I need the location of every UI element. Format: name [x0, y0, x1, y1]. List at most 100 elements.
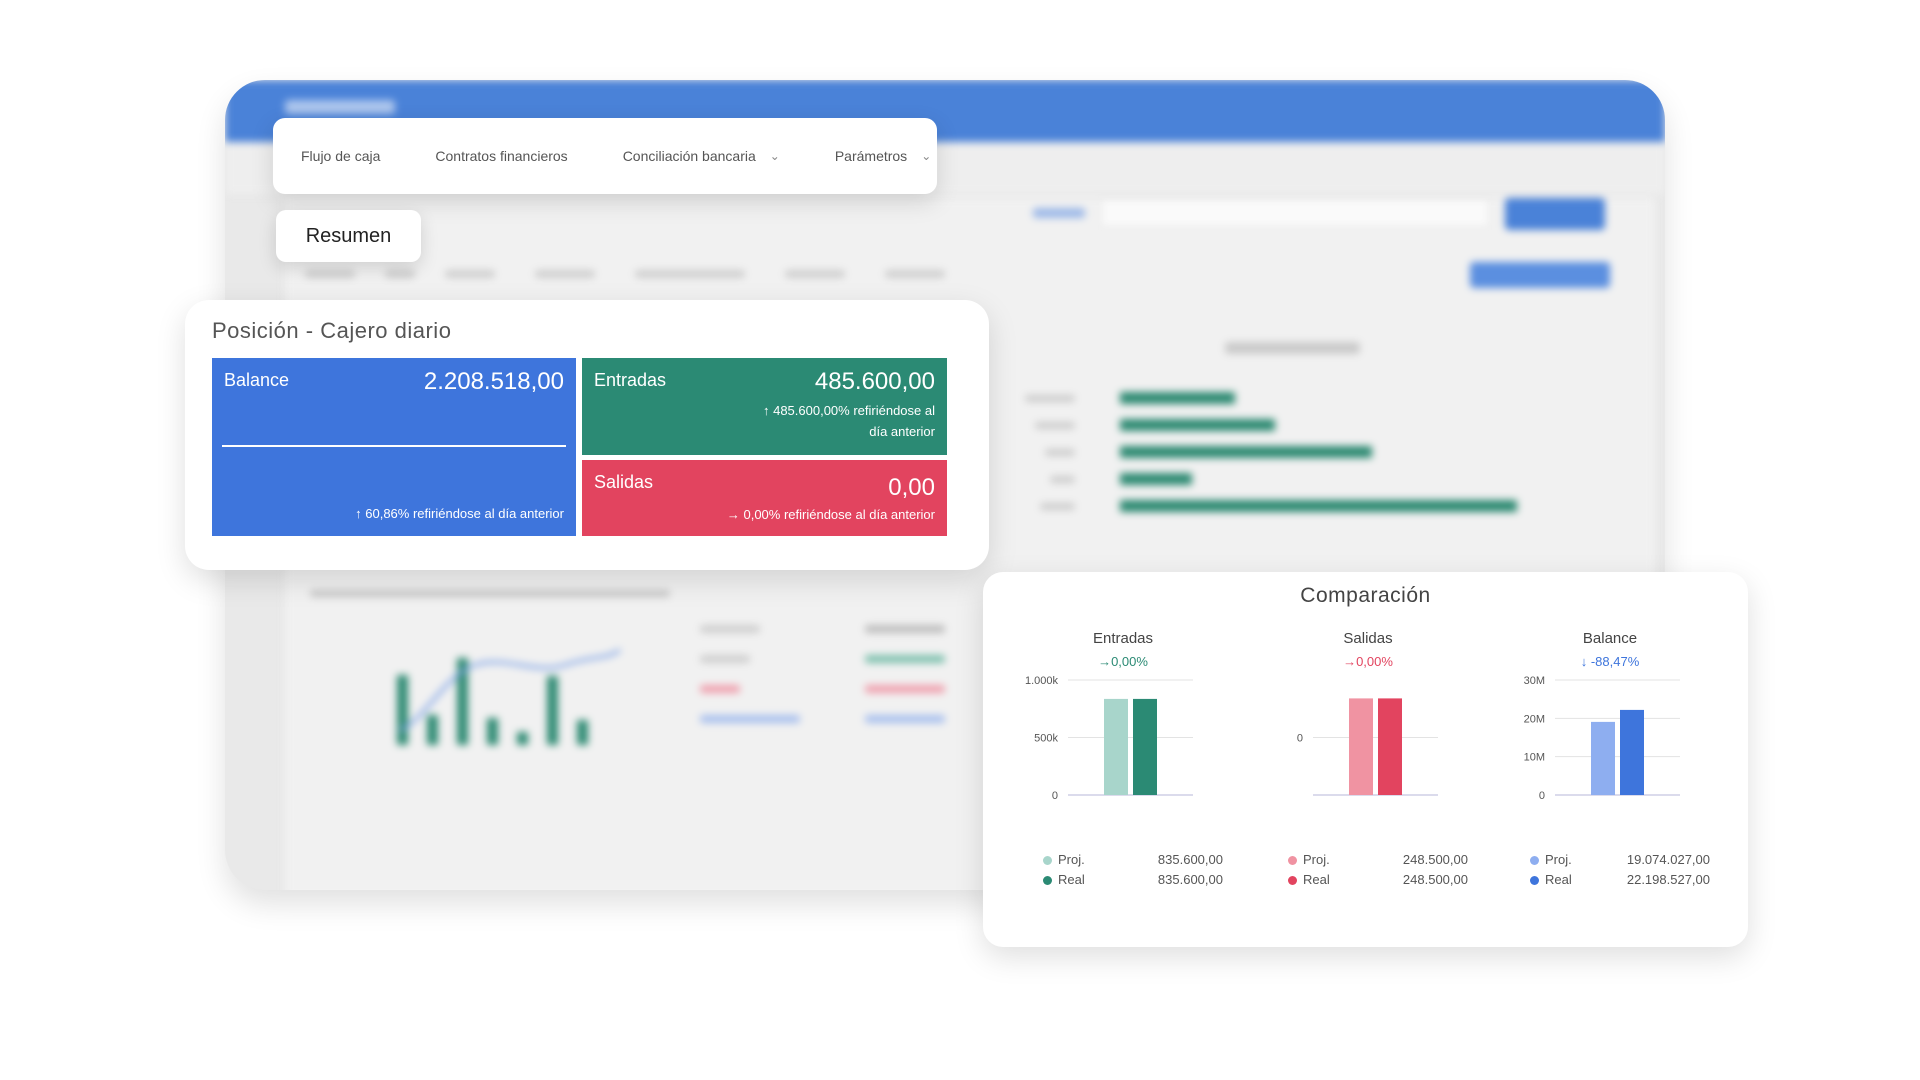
- background-chart-title: [310, 590, 670, 597]
- legend-value: 248.500,00: [1402, 852, 1468, 867]
- nav-item-label: Parámetros: [834, 148, 908, 164]
- nav-item-parametros[interactable]: Parámetros ⌄: [835, 148, 931, 164]
- background-legend: [700, 625, 760, 633]
- bar-real: [1133, 698, 1157, 795]
- legend-label: Real: [1058, 872, 1085, 887]
- panel-delta: ↓ -88,47%: [1580, 654, 1640, 669]
- legend-row-proj: Proj. 835.600,00: [1043, 852, 1223, 870]
- y-tick-label: 0: [1539, 790, 1545, 802]
- background-tab: [305, 270, 355, 278]
- panel-title: Salidas: [1343, 630, 1393, 647]
- legend-row-real: Real 835.600,00: [1043, 872, 1223, 890]
- nav-item-label: Flujo de caja: [301, 148, 381, 164]
- comparison-title: Comparación: [1300, 584, 1431, 607]
- background-tab: [535, 270, 595, 278]
- y-tick-label: 500k: [1034, 733, 1058, 745]
- stage: Flujo de caja Contratos financieros Conc…: [0, 0, 1920, 1080]
- main-nav-menu: Flujo de caja Contratos financieros Conc…: [273, 118, 937, 194]
- comparison-chart-entradas: 1.000k 500k 0: [1025, 675, 1193, 802]
- legend-row-real: Real 248.500,00: [1288, 872, 1468, 890]
- background-hbar: [1120, 446, 1372, 458]
- y-tick-label: 30M: [1524, 675, 1545, 687]
- legend-row-real: Real 22.198.527,00: [1530, 872, 1710, 890]
- bar-proj: [1104, 698, 1128, 795]
- tab-resumen-label: Resumen: [305, 224, 392, 247]
- chevron-down-icon: ⌄: [921, 149, 932, 163]
- salidas-tile: Salidas 0,00 → 0,00% refiriéndose al día…: [582, 460, 947, 536]
- legend-dot-proj: [1043, 856, 1052, 865]
- entradas-change-note: ↑ 485.600,00% refiriéndose al día anteri…: [763, 400, 935, 442]
- salidas-label: Salidas: [594, 472, 654, 492]
- background-hbar: [1120, 392, 1235, 404]
- background-legend: [865, 715, 945, 723]
- comparison-panel-salidas: Salidas →0,00% 0 Proj. 248.500,00 Real 2…: [1248, 622, 1488, 922]
- bar-real: [1378, 698, 1402, 795]
- entradas-label: Entradas: [594, 370, 667, 390]
- y-tick-label: 10M: [1524, 752, 1545, 764]
- panel-delta: →0,00%: [1098, 654, 1148, 669]
- panel-delta: →0,00%: [1343, 654, 1393, 669]
- legend-value: 835.600,00: [1157, 872, 1223, 887]
- background-hbar: [1120, 500, 1517, 512]
- entradas-value: 485.600,00: [814, 368, 935, 395]
- legend-dot-real: [1530, 876, 1539, 885]
- legend-label: Real: [1545, 872, 1572, 887]
- legend-label: Proj.: [1303, 852, 1330, 867]
- legend-label: Real: [1303, 872, 1330, 887]
- entradas-tile: Entradas 485.600,00 ↑ 485.600,00% refiri…: [582, 358, 947, 455]
- y-tick-label: 0: [1052, 790, 1058, 802]
- legend-label: Proj.: [1058, 852, 1085, 867]
- entradas-change-note-line1: ↑ 485.600,00% refiriéndose al: [762, 403, 935, 418]
- background-legend: [700, 655, 750, 663]
- legend-row-proj: Proj. 19.074.027,00: [1530, 852, 1710, 870]
- salidas-value: 0,00: [888, 474, 935, 501]
- nav-item-label: Conciliación bancaria: [622, 148, 756, 164]
- background-legend: [865, 685, 945, 693]
- bar-proj: [1591, 721, 1615, 795]
- legend-value: 19.074.027,00: [1626, 852, 1710, 867]
- legend-value: 22.198.527,00: [1626, 872, 1710, 887]
- nav-item-flujo-de-caja[interactable]: Flujo de caja: [301, 148, 380, 164]
- background-legend: [700, 715, 800, 723]
- background-hbar: [1120, 473, 1192, 485]
- nav-item-contratos-financieros[interactable]: Contratos financieros: [435, 148, 567, 164]
- background-legend: [700, 685, 740, 693]
- chevron-down-icon: ⌄: [769, 149, 780, 163]
- legend-dot-proj: [1530, 856, 1539, 865]
- position-title: Posición - Cajero diario: [212, 318, 452, 343]
- nav-item-label: Contratos financieros: [435, 148, 568, 164]
- background-bar-label: [1035, 422, 1075, 429]
- balance-tile: Balance 2.208.518,00 ↑ 60,86% refiriéndo…: [212, 358, 576, 536]
- bar-proj: [1349, 698, 1373, 795]
- nav-item-conciliacion-bancaria[interactable]: Conciliación bancaria ⌄: [623, 148, 780, 164]
- background-tab: [785, 270, 845, 278]
- background-tab: [385, 270, 415, 278]
- background-line-chart: [399, 648, 621, 732]
- background-legend: [865, 625, 945, 633]
- background-hbar: [1120, 419, 1275, 431]
- background-bar-label: [1040, 503, 1075, 510]
- position-card: Posición - Cajero diario Balance 2.208.5…: [185, 300, 989, 570]
- tab-resumen[interactable]: Resumen: [276, 210, 421, 262]
- secondary-button: [1470, 262, 1610, 288]
- filter-button: [1505, 198, 1605, 230]
- legend-value: 835.600,00: [1157, 852, 1223, 867]
- legend-dot-real: [1288, 876, 1297, 885]
- balance-value: 2.208.518,00: [423, 368, 564, 395]
- y-tick-label: 20M: [1524, 713, 1545, 725]
- comparison-panel-entradas: Entradas →0,00% 1.000k 500k 0 Proj. 835.60…: [1003, 622, 1243, 922]
- comparison-card: Comparación Entradas →0,00% 1.000k 500k 0 …: [983, 572, 1748, 947]
- legend-value: 248.500,00: [1402, 872, 1468, 887]
- comparison-chart-balance: 30M 20M 10M 0: [1524, 675, 1680, 802]
- comparison-chart-salidas: 0: [1297, 698, 1438, 796]
- panel-title: Entradas: [1092, 630, 1154, 647]
- balance-label: Balance: [224, 370, 290, 390]
- legend-dot-proj: [1288, 856, 1297, 865]
- comparison-panel-balance: Balance ↓ -88,47% 30M 20M 10M 0 Proj. 19.07…: [1490, 622, 1730, 922]
- background-bar-label: [1045, 449, 1075, 456]
- entradas-change-note-line2: día anterior: [869, 424, 935, 439]
- background-bar-label: [1025, 395, 1075, 402]
- bar-real: [1620, 709, 1644, 795]
- background-tab: [885, 270, 945, 278]
- legend-row-proj: Proj. 248.500,00: [1288, 852, 1468, 870]
